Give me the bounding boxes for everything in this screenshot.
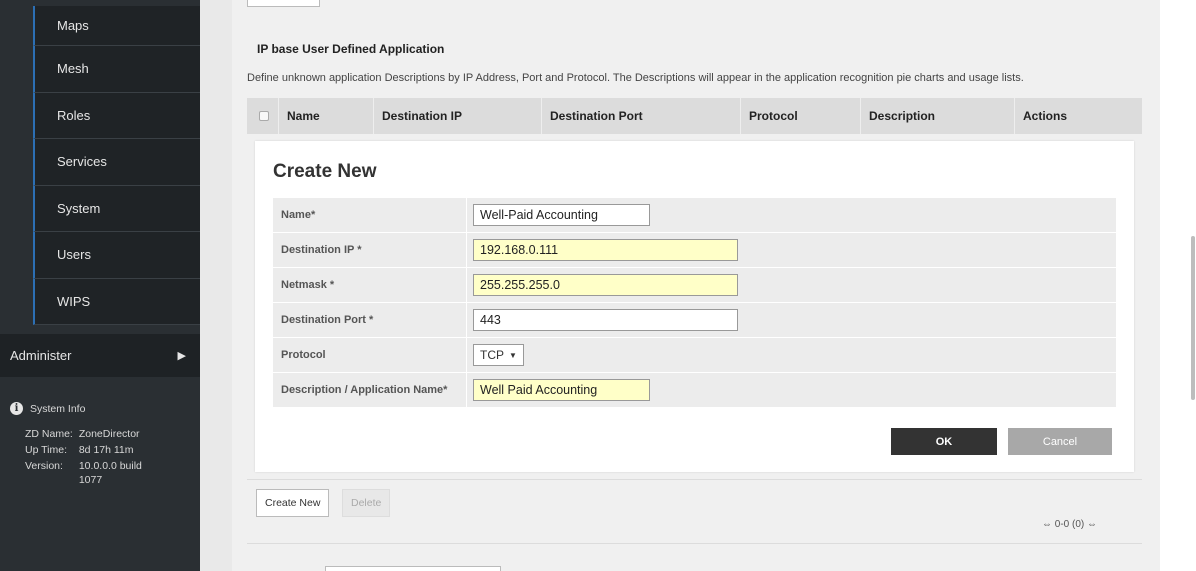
- sidebar-item-users[interactable]: Users: [33, 232, 200, 279]
- name-label: Name*: [273, 198, 467, 232]
- column-header-name[interactable]: Name: [279, 98, 374, 134]
- sidebar-item-label: Users: [57, 247, 91, 263]
- system-info-key: ZD Name:: [25, 428, 73, 440]
- sidebar: Maps Mesh Roles Services System Users WI…: [0, 0, 200, 571]
- sidebar-item-label: Roles: [57, 107, 91, 123]
- sidebar-item-label: Services: [57, 154, 107, 170]
- system-info-value: 10.0.0.0 build 1077: [78, 460, 142, 486]
- info-icon: i: [10, 402, 23, 415]
- delete-button[interactable]: Delete: [342, 489, 391, 517]
- protocol-label: Protocol: [273, 338, 467, 372]
- protocol-selected-value: TCP: [480, 348, 504, 362]
- sidebar-item-maps[interactable]: Maps: [33, 6, 200, 46]
- expand-arrow-icon: ▶: [177, 350, 186, 362]
- form-row-netmask: Netmask * 255.255.255.0: [273, 268, 1116, 303]
- system-info-title: System Info: [30, 402, 86, 415]
- system-info-value: ZoneDirector: [78, 428, 140, 440]
- pagination-text: 0-0 (0): [1054, 519, 1085, 530]
- sidebar-item-label: WIPS: [57, 293, 91, 309]
- destination-port-label: Destination Port *: [273, 303, 467, 337]
- divider: [247, 479, 1142, 480]
- next-page-icon[interactable]: ⇔: [1087, 519, 1097, 530]
- system-info-value: 8d 17h 11m: [78, 444, 134, 456]
- form-row-description: Description / Application Name* Well Pai…: [273, 373, 1116, 408]
- column-header-protocol[interactable]: Protocol: [741, 98, 861, 134]
- divider: [247, 543, 1142, 544]
- sidebar-item-administer[interactable]: Administer ▶: [0, 334, 200, 377]
- form-row-protocol: Protocol TCP ▼: [273, 338, 1116, 373]
- pagination: ⇔ 0-0 (0) ⇔: [1042, 519, 1097, 530]
- section-title: IP base User Defined Application: [257, 42, 445, 56]
- cancel-button[interactable]: Cancel: [1008, 428, 1112, 455]
- create-new-dialog: Create New Name* Well-Paid Accounting De…: [255, 141, 1134, 472]
- section-description: Define unknown application Descriptions …: [247, 72, 1024, 84]
- sidebar-item-mesh[interactable]: Mesh: [33, 46, 200, 93]
- create-new-button[interactable]: Create New: [256, 489, 330, 517]
- create-form: Name* Well-Paid Accounting Destination I…: [273, 198, 1116, 408]
- dialog-title: Create New: [273, 161, 377, 182]
- ok-button[interactable]: OK: [891, 428, 997, 455]
- destination-ip-input[interactable]: 192.168.0.111: [473, 239, 738, 261]
- column-header-actions: Actions: [1023, 109, 1068, 123]
- system-info-table: ZD Name: ZoneDirector Up Time: 8d 17h 11…: [25, 426, 149, 488]
- system-info-panel: i System Info ZD Name: ZoneDirector Up T…: [10, 402, 149, 488]
- sidebar-rail: [0, 0, 33, 334]
- description-label: Description / Application Name*: [273, 373, 467, 407]
- sidebar-item-label: Mesh: [57, 61, 89, 77]
- sidebar-item-services[interactable]: Services: [33, 139, 200, 186]
- sidebar-item-roles[interactable]: Roles: [33, 92, 200, 139]
- administer-label: Administer: [10, 348, 72, 363]
- column-header-destination-ip[interactable]: Destination IP: [374, 98, 542, 134]
- column-header-description[interactable]: Description: [861, 98, 1015, 134]
- select-all-checkbox[interactable]: [259, 111, 269, 121]
- system-info-row: ZD Name: ZoneDirector: [25, 426, 149, 442]
- system-info-row: Version: 10.0.0.0 build 1077: [25, 458, 149, 488]
- table-header: Name Destination IP Destination Port Pro…: [247, 98, 1142, 134]
- name-input[interactable]: Well-Paid Accounting: [473, 204, 650, 226]
- scrollbar[interactable]: [1191, 236, 1195, 400]
- select-all-cell: [247, 98, 279, 134]
- sidebar-item-label: System: [57, 200, 101, 216]
- sidebar-item-system[interactable]: System: [33, 185, 200, 232]
- main-content: IP base User Defined Application Define …: [232, 0, 1160, 571]
- destination-ip-label: Destination IP *: [273, 233, 467, 267]
- system-info-row: Up Time: 8d 17h 11m: [25, 442, 149, 458]
- prev-page-icon[interactable]: ⇔: [1042, 519, 1052, 530]
- form-row-destination-port: Destination Port * 443: [273, 303, 1116, 338]
- netmask-label: Netmask *: [273, 268, 467, 302]
- system-info-key: Version:: [25, 460, 63, 472]
- column-header-destination-port[interactable]: Destination Port: [542, 98, 741, 134]
- netmask-input[interactable]: 255.255.255.0: [473, 274, 738, 296]
- sidebar-item-label: Maps: [57, 18, 89, 33]
- top-button-stub[interactable]: [247, 0, 320, 7]
- sidebar-item-wips[interactable]: WIPS: [33, 278, 200, 325]
- sidebar-nav: Maps Mesh Roles Services System Users WI…: [33, 6, 200, 325]
- destination-port-input[interactable]: 443: [473, 309, 738, 331]
- form-row-destination-ip: Destination IP * 192.168.0.111: [273, 233, 1116, 268]
- description-input[interactable]: Well Paid Accounting: [473, 379, 650, 401]
- system-info-key: Up Time:: [25, 444, 68, 456]
- dropdown-arrow-icon: ▼: [509, 350, 517, 360]
- form-row-name: Name* Well-Paid Accounting: [273, 198, 1116, 233]
- bottom-field-stub[interactable]: [325, 566, 501, 571]
- protocol-select[interactable]: TCP ▼: [473, 344, 524, 366]
